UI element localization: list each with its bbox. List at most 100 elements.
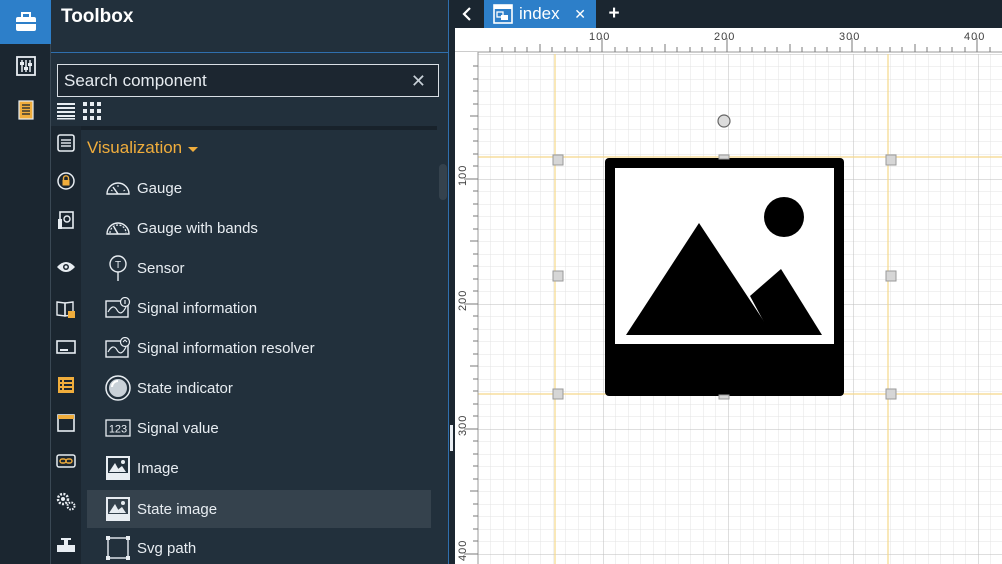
ruler-tick-v-200: 200 bbox=[457, 290, 469, 311]
category-button-basic[interactable] bbox=[51, 128, 81, 158]
list-box-icon bbox=[57, 134, 75, 152]
add-tab-button[interactable]: + bbox=[603, 2, 625, 26]
toolbox-title: Toolbox bbox=[61, 6, 134, 27]
image-icon bbox=[105, 455, 131, 481]
component-item-label: State indicator bbox=[137, 379, 233, 397]
lock-icon bbox=[57, 172, 75, 190]
resize-handle-bottom-right[interactable] bbox=[885, 388, 897, 400]
gears-icon bbox=[56, 492, 76, 511]
toolbox-rail-button[interactable] bbox=[0, 0, 51, 44]
checklist-icon bbox=[58, 377, 74, 393]
state-image-component[interactable] bbox=[605, 158, 844, 396]
sensor-icon: T bbox=[105, 255, 131, 281]
component-list: Visualization Gauge Gauge with bands T S… bbox=[81, 126, 449, 564]
svg-path-icon bbox=[105, 535, 131, 561]
category-header-label: Visualization bbox=[87, 138, 183, 157]
component-item-image[interactable]: Image bbox=[87, 449, 431, 487]
component-item-label: Sensor bbox=[137, 259, 185, 277]
category-button-security[interactable] bbox=[51, 166, 81, 196]
tab-bar: index ✕ + bbox=[455, 0, 1002, 28]
component-item-gauge-with-bands[interactable]: Gauge with bands bbox=[87, 209, 431, 247]
svg-text:123: 123 bbox=[109, 424, 127, 436]
rotation-handle[interactable] bbox=[717, 114, 731, 128]
category-button-layout[interactable] bbox=[51, 408, 81, 438]
component-item-label: Gauge bbox=[137, 179, 183, 197]
resize-handle-bottom-left[interactable] bbox=[552, 388, 564, 400]
window-icon bbox=[57, 414, 75, 432]
category-button-advanced[interactable] bbox=[51, 486, 81, 516]
ruler-tick-v-100: 100 bbox=[457, 165, 469, 186]
component-item-gauge[interactable]: Gauge bbox=[87, 169, 431, 207]
valve-icon bbox=[57, 538, 75, 552]
svg-text:T: T bbox=[115, 260, 121, 271]
toolbox-icon bbox=[15, 12, 36, 31]
component-item-label: State image bbox=[137, 500, 218, 518]
ruler-tick-h-200: 200 bbox=[714, 31, 735, 43]
tab-back-button[interactable] bbox=[455, 0, 479, 28]
monitor-icon bbox=[56, 340, 76, 354]
ruler-tick-v-300: 300 bbox=[457, 415, 469, 436]
category-button-equipment[interactable] bbox=[51, 530, 81, 560]
ruler-tick-h-300: 300 bbox=[839, 31, 860, 43]
component-item-sensor[interactable]: T Sensor bbox=[87, 249, 431, 287]
signal-information-icon bbox=[105, 295, 131, 321]
component-item-state-indicator[interactable]: State indicator bbox=[87, 369, 431, 407]
app-rail bbox=[0, 0, 51, 564]
resize-handle-right[interactable] bbox=[885, 270, 897, 282]
component-item-svg-path[interactable]: Svg path bbox=[87, 529, 431, 564]
pages-rail-button[interactable] bbox=[0, 88, 51, 132]
gauge-icon bbox=[105, 175, 131, 201]
component-item-signal-information[interactable]: Signal information bbox=[87, 289, 431, 327]
search-clear-button[interactable]: ✕ bbox=[411, 70, 426, 92]
toolbox-panel: Toolbox ✕ bbox=[51, 0, 449, 564]
category-button-links[interactable] bbox=[51, 446, 81, 476]
design-canvas[interactable]: 100 200 300 400 100 200 300 400 bbox=[455, 28, 1002, 564]
horizontal-ruler: 100 200 300 400 bbox=[455, 28, 1002, 53]
category-button-library[interactable] bbox=[51, 294, 81, 324]
resize-handle-top-right[interactable] bbox=[885, 154, 897, 166]
toolbox-divider bbox=[51, 52, 449, 53]
resize-handle-top-left[interactable] bbox=[552, 154, 564, 166]
ruler-tick-h-400: 400 bbox=[964, 31, 985, 43]
document-icon bbox=[17, 100, 34, 120]
gauge-bands-icon bbox=[105, 215, 131, 241]
search-box: ✕ bbox=[57, 64, 439, 97]
signal-value-icon: 123 bbox=[105, 415, 131, 441]
component-item-label: Image bbox=[137, 459, 179, 477]
component-item-label: Svg path bbox=[137, 539, 197, 557]
canvas-drawing[interactable]: 100 200 300 400 100 200 300 400 bbox=[455, 28, 1002, 564]
list-view-icon[interactable] bbox=[57, 102, 75, 120]
control-icon bbox=[58, 211, 74, 229]
grid-view-icon[interactable] bbox=[83, 102, 101, 120]
category-button-visualization[interactable] bbox=[51, 252, 81, 282]
splitter-grip[interactable] bbox=[450, 425, 453, 451]
ruler-tick-v-400: 400 bbox=[457, 540, 469, 561]
component-item-label: Signal value bbox=[137, 419, 219, 437]
category-button-controls[interactable] bbox=[51, 206, 81, 236]
eye-icon bbox=[57, 262, 75, 272]
component-item-state-image[interactable]: State image bbox=[87, 490, 431, 528]
caret-down-icon bbox=[188, 146, 199, 152]
component-item-signal-information-resolver[interactable]: Signal information resolver bbox=[87, 329, 431, 367]
vertical-ruler: 100 200 300 400 bbox=[455, 52, 479, 564]
category-button-display[interactable] bbox=[51, 332, 81, 362]
component-item-label: Gauge with bands bbox=[137, 219, 258, 237]
state-image-icon bbox=[105, 496, 131, 522]
ruler-tick-h-100: 100 bbox=[589, 31, 610, 43]
resize-handle-left[interactable] bbox=[552, 270, 564, 282]
tab-close-button[interactable]: ✕ bbox=[574, 4, 586, 24]
tab-index[interactable]: index ✕ bbox=[484, 0, 596, 28]
signal-resolver-icon bbox=[105, 335, 131, 361]
search-input[interactable] bbox=[64, 69, 394, 93]
tab-index-label: index bbox=[519, 4, 560, 23]
list-scrollbar[interactable] bbox=[439, 164, 447, 200]
chevron-left-icon bbox=[462, 7, 471, 21]
category-button-lists[interactable] bbox=[51, 370, 81, 400]
resize-handle-bottom[interactable] bbox=[718, 394, 730, 400]
category-header-visualization[interactable]: Visualization bbox=[87, 138, 199, 158]
component-item-signal-value[interactable]: 123 Signal value bbox=[87, 409, 431, 447]
component-item-label: Signal information bbox=[137, 299, 258, 317]
book-icon bbox=[56, 301, 75, 318]
properties-rail-button[interactable] bbox=[0, 44, 51, 88]
resize-handle-top[interactable] bbox=[718, 154, 730, 160]
